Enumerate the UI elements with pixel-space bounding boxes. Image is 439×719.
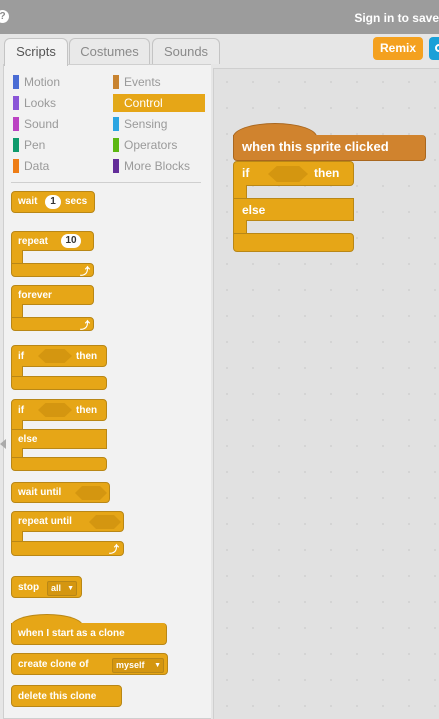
condition-slot[interactable] <box>38 403 72 417</box>
if-then-block[interactable]: if then <box>11 345 107 367</box>
if-else-block[interactable]: if then <box>11 399 107 421</box>
script-if-else-block[interactable]: if then <box>233 161 354 186</box>
script-if-else-bottom <box>233 233 354 252</box>
stop-block[interactable]: stop all ▼ <box>11 576 82 598</box>
category-operators[interactable]: Operators <box>113 136 205 154</box>
if-bottom <box>11 376 107 390</box>
stop-dropdown[interactable]: all ▼ <box>47 581 77 596</box>
wait-secs-block[interactable]: wait 1 secs <box>11 191 95 213</box>
create-clone-block[interactable]: create clone of myself ▼ <box>11 653 168 675</box>
looks-swatch <box>13 96 19 110</box>
sound-swatch <box>13 117 19 131</box>
more-blocks-swatch <box>113 159 119 173</box>
dropdown-caret-icon: ▼ <box>67 585 74 592</box>
control-swatch <box>113 96 119 110</box>
repeat-until-bottom: ⤴ <box>11 541 124 556</box>
palette-divider <box>11 182 201 183</box>
category-data[interactable]: Data <box>13 157 105 175</box>
category-looks[interactable]: Looks <box>13 94 105 112</box>
share-icon <box>435 44 439 52</box>
category-pen[interactable]: Pen <box>13 136 105 154</box>
forever-bottom: ⤴ <box>11 317 94 332</box>
tab-sounds[interactable]: Sounds <box>152 38 220 64</box>
tab-scripts[interactable]: Scripts <box>4 38 68 66</box>
when-sprite-clicked-block[interactable]: when this sprite clicked <box>233 135 426 161</box>
condition-slot[interactable] <box>75 486 107 500</box>
repeat-bottom: ⤴ <box>11 263 94 278</box>
script-else-bar: else <box>233 198 354 221</box>
help-icon[interactable]: ? <box>0 10 9 23</box>
repeat-value-input[interactable]: 10 <box>61 234 81 248</box>
condition-slot[interactable] <box>38 349 72 363</box>
share-button[interactable] <box>429 37 439 60</box>
repeat-block[interactable]: repeat 10 <box>11 231 94 251</box>
else-label-bar: else <box>11 429 107 449</box>
collapse-arrow-icon[interactable] <box>0 439 6 449</box>
dropdown-caret-icon: ▼ <box>154 662 161 669</box>
repeat-until-block[interactable]: repeat until <box>11 511 124 532</box>
loop-arrow-icon: ⤴ <box>80 267 90 278</box>
loop-arrow-icon: ⤴ <box>109 545 119 556</box>
category-control[interactable]: Control <box>113 94 205 112</box>
if-else-bottom <box>11 457 107 471</box>
when-clone-block[interactable]: when I start as a clone <box>11 623 167 645</box>
motion-swatch <box>13 75 19 89</box>
category-events[interactable]: Events <box>113 73 205 91</box>
category-sensing[interactable]: Sensing <box>113 115 205 133</box>
category-motion[interactable]: Motion <box>13 73 105 91</box>
sign-in-link[interactable]: Sign in to save <box>354 11 439 25</box>
events-swatch <box>113 75 119 89</box>
tab-costumes[interactable]: Costumes <box>69 38 150 64</box>
operators-swatch <box>113 138 119 152</box>
wait-value-input[interactable]: 1 <box>45 195 61 209</box>
condition-slot[interactable] <box>268 166 308 182</box>
wait-until-block[interactable]: wait until <box>11 482 110 503</box>
sensing-swatch <box>113 117 119 131</box>
pen-swatch <box>13 138 19 152</box>
data-swatch <box>13 159 19 173</box>
remix-button[interactable]: Remix <box>373 37 423 60</box>
delete-clone-block[interactable]: delete this clone <box>11 685 122 707</box>
loop-arrow-icon: ⤴ <box>80 321 90 332</box>
forever-block[interactable]: forever <box>11 285 94 305</box>
clone-target-dropdown[interactable]: myself ▼ <box>112 658 164 673</box>
category-sound[interactable]: Sound <box>13 115 105 133</box>
condition-slot[interactable] <box>89 515 121 529</box>
top-bar: ? Sign in to save <box>0 0 439 34</box>
category-more-blocks[interactable]: More Blocks <box>113 157 205 175</box>
